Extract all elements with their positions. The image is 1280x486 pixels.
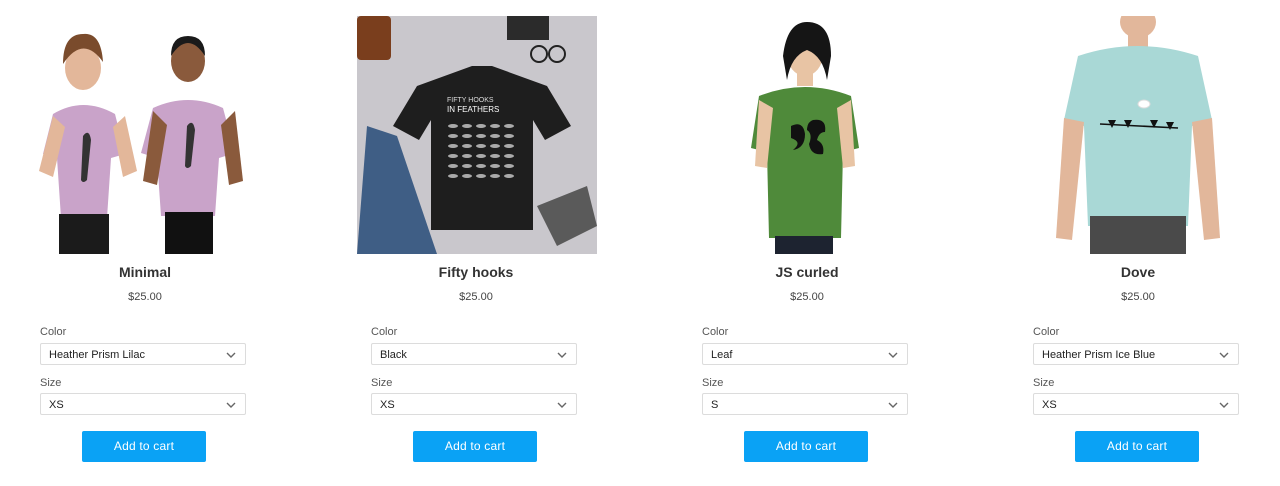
product-title[interactable]: Dove [1033,264,1243,280]
color-select-value: Black [380,349,407,361]
color-select[interactable]: Leaf [702,343,908,365]
product-grid: Minimal $25.00 Color Heather Prism Lilac… [0,0,1280,486]
shirt-print-line1: FIFTY HOOKS [447,97,494,104]
color-select-value: Leaf [711,349,733,361]
chevron-down-icon [1219,402,1229,408]
product-image[interactable]: FIFTY HOOKS IN FEATHERS [357,16,597,254]
color-select[interactable]: Black [371,343,577,365]
size-label: Size [40,377,62,389]
product-image[interactable] [1018,16,1258,254]
color-label: Color [40,326,67,338]
chevron-down-icon [557,352,567,358]
size-select-value: XS [1042,399,1057,411]
color-select[interactable]: Heather Prism Ice Blue [1033,343,1239,365]
add-to-cart-button[interactable]: Add to cart [413,431,537,462]
size-select-value: S [711,399,719,411]
chevron-down-icon [557,402,567,408]
chevron-down-icon [888,402,898,408]
product-title[interactable]: Fifty hooks [371,264,581,280]
add-to-cart-button[interactable]: Add to cart [82,431,206,462]
size-select[interactable]: XS [1033,393,1239,415]
product-image[interactable] [687,16,927,254]
color-label: Color [702,326,729,338]
color-label: Color [1033,326,1060,338]
add-to-cart-button[interactable]: Add to cart [1075,431,1199,462]
product-price: $25.00 [128,291,162,303]
size-label: Size [702,377,724,389]
add-to-cart-button[interactable]: Add to cart [744,431,868,462]
product-price: $25.00 [1121,291,1155,303]
chevron-down-icon [226,352,236,358]
color-select-value: Heather Prism Lilac [49,349,145,361]
product-title[interactable]: JS curled [702,264,912,280]
size-label: Size [371,377,393,389]
color-select-value: Heather Prism Ice Blue [1042,349,1156,361]
size-label: Size [1033,377,1055,389]
size-select[interactable]: S [702,393,908,415]
color-select[interactable]: Heather Prism Lilac [40,343,246,365]
shirt-print-line2: IN FEATHERS [447,105,499,114]
size-select[interactable]: XS [371,393,577,415]
chevron-down-icon [888,352,898,358]
size-select[interactable]: XS [40,393,246,415]
product-price: $25.00 [790,291,824,303]
product-price: $25.00 [459,291,493,303]
product-title[interactable]: Minimal [40,264,250,280]
color-label: Color [371,326,398,338]
chevron-down-icon [1219,352,1229,358]
chevron-down-icon [226,402,236,408]
product-image[interactable] [25,16,265,254]
size-select-value: XS [49,399,64,411]
size-select-value: XS [380,399,395,411]
